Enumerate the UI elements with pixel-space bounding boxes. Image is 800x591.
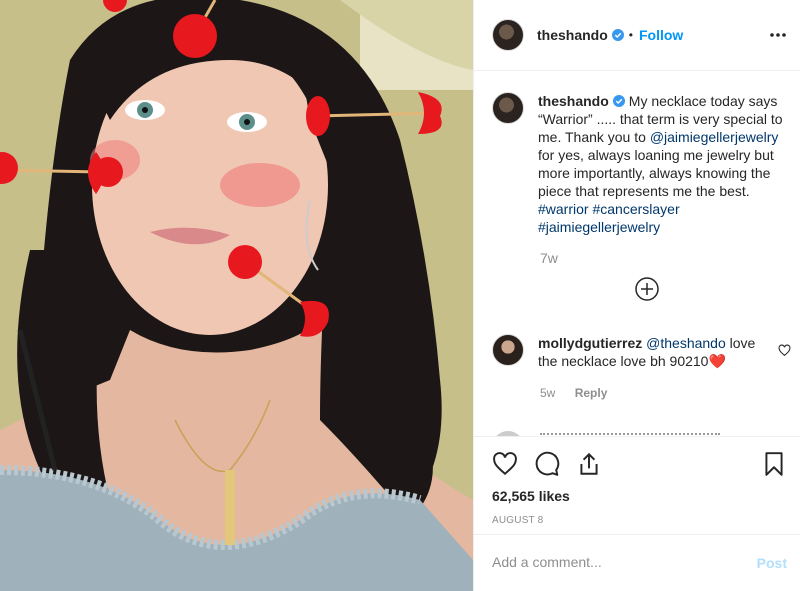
heart-outline-icon[interactable] (492, 451, 518, 477)
partially-hidden-comment (492, 425, 792, 436)
reply-button[interactable]: Reply (575, 386, 608, 400)
comment-bubble-icon[interactable] (534, 451, 560, 477)
hashtag-link[interactable]: #jaimiegellerjewelry (538, 219, 660, 235)
header-separator: • (628, 28, 633, 42)
action-bar: 62,565 likes AUGUST 8 (474, 436, 800, 534)
comment-mention-link[interactable]: @theshando (646, 335, 726, 351)
comments-list[interactable]: theshando My necklace today says “Warrior… (474, 71, 800, 436)
likes-count[interactable]: 62,565 likes (492, 488, 570, 504)
post-comment-button[interactable]: Post (757, 555, 787, 571)
verified-badge-icon (612, 95, 625, 107)
small-heart-icon[interactable] (778, 344, 791, 357)
add-comment-input[interactable] (492, 554, 732, 570)
caption-username[interactable]: theshando (538, 93, 609, 109)
caption-avatar[interactable] (492, 92, 524, 124)
author-avatar[interactable] (492, 19, 524, 51)
more-options-icon[interactable] (769, 26, 787, 44)
hashtag-link[interactable]: #warrior (538, 201, 589, 217)
post-date[interactable]: AUGUST 8 (492, 515, 543, 526)
comment-timestamp[interactable]: 5w (540, 386, 555, 400)
instagram-post: theshando • Follow theshando My necklace … (0, 0, 800, 591)
comment-item: mollydgutierrez @theshando love the neck… (492, 334, 792, 370)
comment-meta: 5w Reply (540, 386, 607, 400)
share-icon[interactable] (576, 451, 602, 477)
author-username[interactable]: theshando (537, 27, 608, 43)
plus-circle-icon[interactable] (634, 276, 660, 302)
caption-text: theshando My necklace today says “Warrior… (538, 92, 783, 236)
selfie-illustration (0, 0, 473, 591)
hashtag-link[interactable]: #cancerslayer (592, 201, 679, 217)
commenter-avatar[interactable] (492, 334, 524, 366)
caption: theshando My necklace today says “Warrior… (492, 92, 792, 236)
comment-text: mollydgutierrez @theshando love the neck… (538, 334, 763, 370)
add-comment-section: Post (474, 534, 800, 591)
post-photo[interactable] (0, 0, 473, 591)
follow-button[interactable]: Follow (639, 27, 683, 43)
bookmark-icon[interactable] (761, 451, 787, 477)
commenter-username[interactable]: mollydgutierrez (538, 335, 642, 351)
caption-mention-link[interactable]: @jaimiegellerjewelry (650, 129, 779, 145)
verified-badge-icon (611, 29, 624, 41)
post-side-panel: theshando • Follow theshando My necklace … (473, 0, 800, 591)
post-header: theshando • Follow (474, 0, 800, 71)
heart-emoji: ❤️ (708, 353, 726, 369)
caption-timestamp[interactable]: 7w (540, 250, 558, 266)
caption-body-end: for yes, always loaning me jewelry but m… (538, 147, 774, 199)
